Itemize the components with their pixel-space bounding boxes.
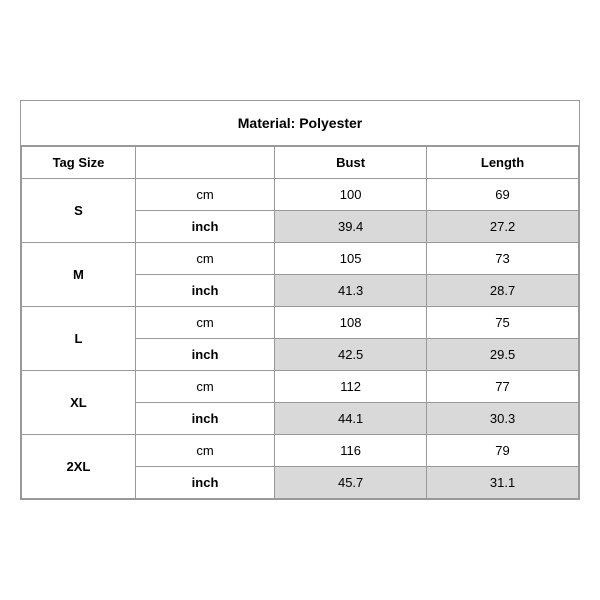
length-inch: 30.3 <box>427 403 579 435</box>
length-inch: 27.2 <box>427 211 579 243</box>
length-inch: 28.7 <box>427 275 579 307</box>
size-label: M <box>22 243 136 307</box>
size-label: L <box>22 307 136 371</box>
header-bust: Bust <box>275 147 427 179</box>
table-row: XLcm11277 <box>22 371 579 403</box>
unit-inch: inch <box>135 467 274 499</box>
unit-inch: inch <box>135 275 274 307</box>
table-row: Lcm10875 <box>22 307 579 339</box>
bust-inch: 42.5 <box>275 339 427 371</box>
length-cm: 77 <box>427 371 579 403</box>
size-table: Tag Size Bust Length Scm10069inch39.427.… <box>21 146 579 499</box>
table-row: Scm10069 <box>22 179 579 211</box>
header-tag-size: Tag Size <box>22 147 136 179</box>
unit-cm: cm <box>135 435 274 467</box>
bust-cm: 105 <box>275 243 427 275</box>
length-inch: 29.5 <box>427 339 579 371</box>
chart-title: Material: Polyester <box>21 101 579 146</box>
unit-cm: cm <box>135 307 274 339</box>
unit-inch: inch <box>135 403 274 435</box>
length-cm: 75 <box>427 307 579 339</box>
table-row: 2XLcm11679 <box>22 435 579 467</box>
bust-cm: 100 <box>275 179 427 211</box>
bust-inch: 44.1 <box>275 403 427 435</box>
length-inch: 31.1 <box>427 467 579 499</box>
size-label: XL <box>22 371 136 435</box>
size-label: S <box>22 179 136 243</box>
header-unit <box>135 147 274 179</box>
bust-cm: 116 <box>275 435 427 467</box>
length-cm: 79 <box>427 435 579 467</box>
bust-inch: 39.4 <box>275 211 427 243</box>
length-cm: 69 <box>427 179 579 211</box>
unit-cm: cm <box>135 179 274 211</box>
unit-inch: inch <box>135 339 274 371</box>
bust-cm: 112 <box>275 371 427 403</box>
table-header-row: Tag Size Bust Length <box>22 147 579 179</box>
table-row: Mcm10573 <box>22 243 579 275</box>
size-chart-container: Material: Polyester Tag Size Bust Length… <box>20 100 580 500</box>
unit-cm: cm <box>135 371 274 403</box>
size-label: 2XL <box>22 435 136 499</box>
bust-inch: 45.7 <box>275 467 427 499</box>
length-cm: 73 <box>427 243 579 275</box>
unit-cm: cm <box>135 243 274 275</box>
bust-cm: 108 <box>275 307 427 339</box>
table-body: Scm10069inch39.427.2Mcm10573inch41.328.7… <box>22 179 579 499</box>
bust-inch: 41.3 <box>275 275 427 307</box>
unit-inch: inch <box>135 211 274 243</box>
header-length: Length <box>427 147 579 179</box>
